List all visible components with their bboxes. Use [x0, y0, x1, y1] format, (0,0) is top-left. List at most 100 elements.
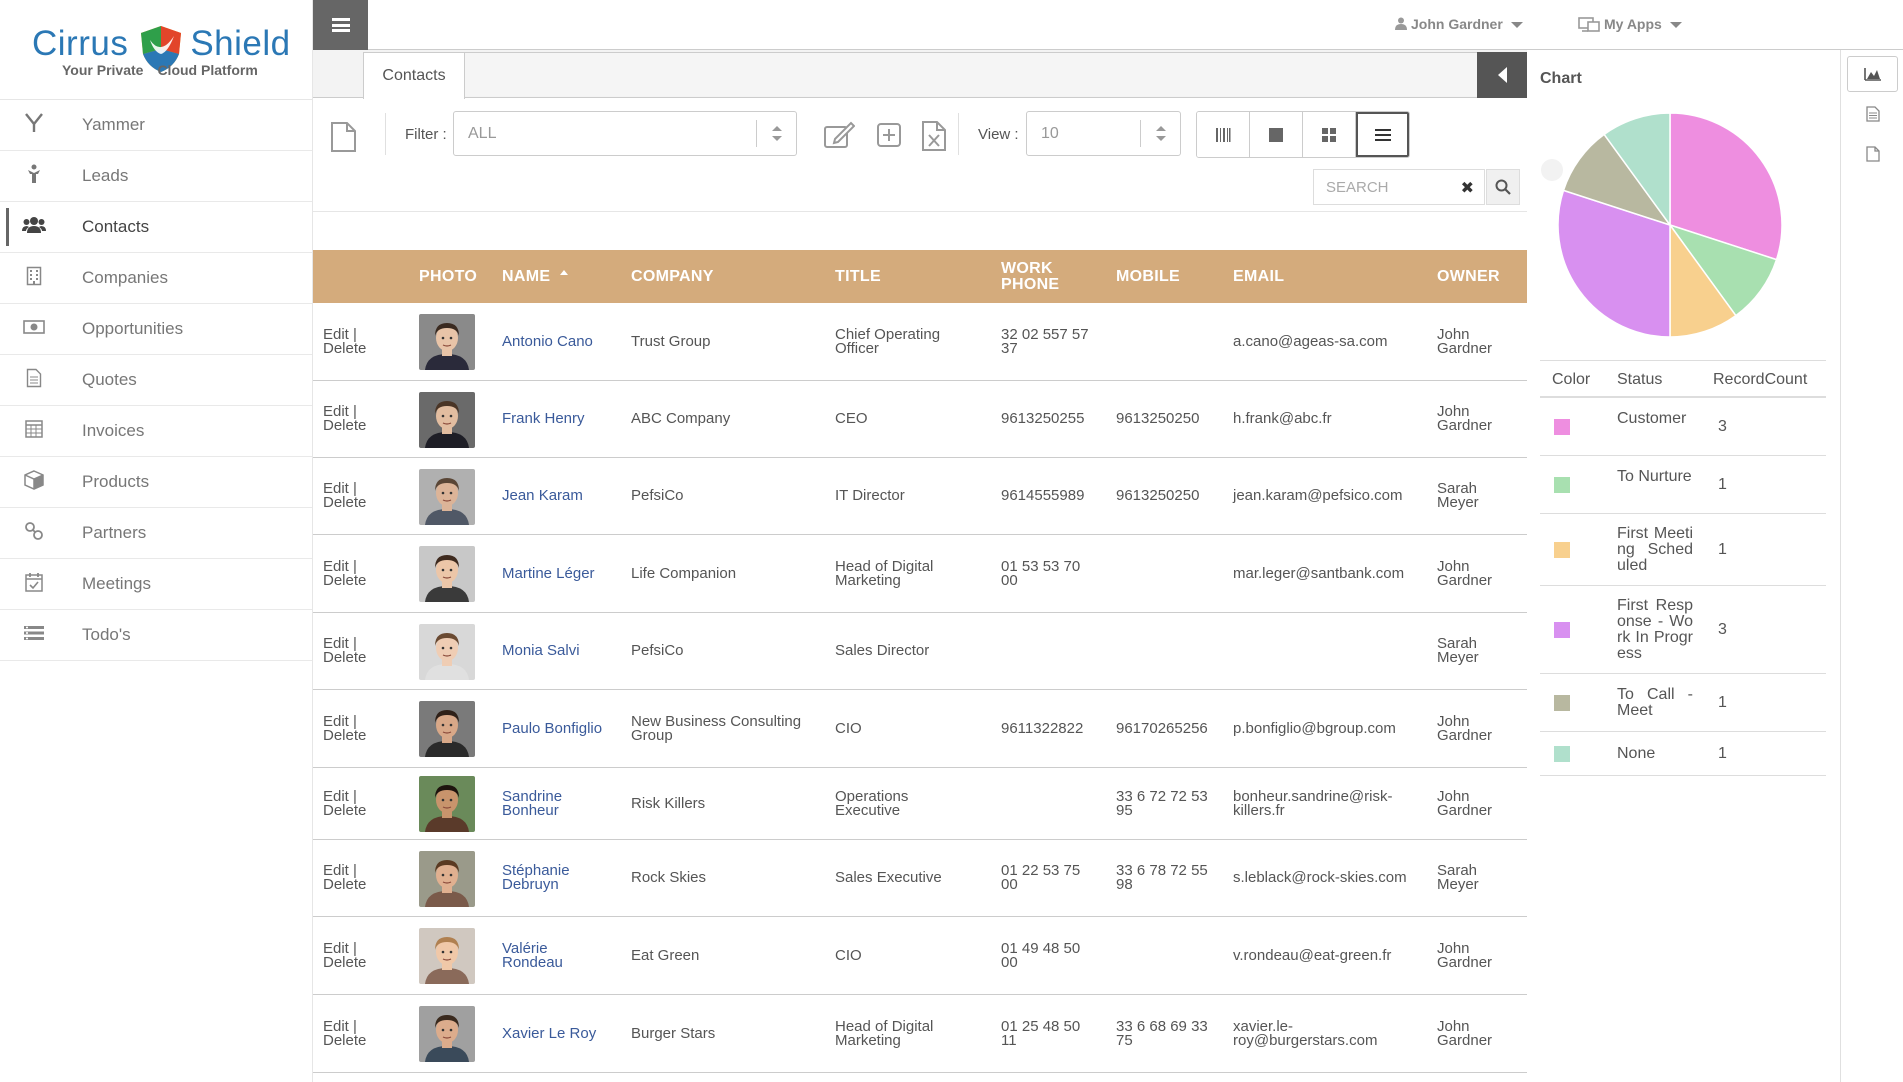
- cell-line: Risk Killers: [631, 794, 706, 812]
- contact-name-link[interactable]: Valérie Rondeau: [502, 917, 563, 994]
- new-document-icon[interactable]: [330, 121, 357, 153]
- contact-name-link[interactable]: Xavier Le Roy: [502, 995, 596, 1072]
- delete-link[interactable]: Delete: [323, 340, 366, 357]
- photo-cell[interactable]: [419, 546, 475, 602]
- sidebar-item-label: Todo's: [82, 625, 131, 644]
- contact-name-link[interactable]: Martine Léger: [502, 535, 595, 612]
- delete-link[interactable]: Delete: [323, 417, 366, 434]
- leads-icon: [20, 164, 48, 189]
- delete-link[interactable]: Delete: [323, 649, 366, 666]
- photo-cell[interactable]: [419, 469, 475, 525]
- sidebar-item-quotes[interactable]: Quotes: [0, 355, 312, 406]
- edit-icon[interactable]: [823, 121, 855, 149]
- sidebar-item-meetings[interactable]: Meetings: [0, 559, 312, 610]
- header-email[interactable]: EMAIL: [1233, 250, 1284, 303]
- header-photo[interactable]: PHOTO: [419, 250, 477, 303]
- sidebar-item-companies[interactable]: Companies: [0, 253, 312, 304]
- photo-cell[interactable]: [419, 776, 475, 832]
- excel-export-icon[interactable]: [921, 120, 947, 152]
- company-cell: Rock Skies: [631, 840, 706, 916]
- header-owner[interactable]: OWNER: [1437, 250, 1500, 303]
- logo[interactable]: Cirrus Shield Your Private Cloud Platform: [0, 0, 312, 100]
- view-grid-button[interactable]: [1303, 112, 1356, 157]
- contact-name-link[interactable]: Jean Karam: [502, 458, 583, 534]
- header-company[interactable]: COMPANY: [631, 250, 714, 303]
- cell-line: CEO: [835, 410, 868, 427]
- header-mobile[interactable]: MOBILE: [1116, 250, 1180, 303]
- sidebar-item-partners[interactable]: Partners: [0, 508, 312, 559]
- cell-line: Gardner: [1437, 801, 1493, 819]
- user-menu[interactable]: John Gardner: [1395, 16, 1523, 32]
- sidebar-item-leads[interactable]: Leads: [0, 151, 312, 202]
- invoices-icon: [20, 419, 48, 443]
- photo-cell[interactable]: [419, 1006, 475, 1062]
- details-view-button[interactable]: [1847, 96, 1898, 132]
- menu-toggle-button[interactable]: [313, 0, 368, 50]
- search-input[interactable]: [1314, 170, 1454, 204]
- chart-panel: Chart Color Status RecordCount Customer 3…: [1527, 50, 1840, 1082]
- delete-link[interactable]: Delete: [323, 572, 366, 589]
- contact-name-link[interactable]: Stéphanie Debruyn: [502, 840, 570, 916]
- sidebar-item-contacts[interactable]: Contacts: [0, 202, 312, 253]
- delete-link[interactable]: Delete: [323, 727, 366, 744]
- cell-line: h.frank@abc.fr: [1233, 410, 1332, 427]
- photo-cell[interactable]: [419, 314, 475, 370]
- partners-icon: [20, 521, 48, 546]
- cell-line: Gardner: [1437, 726, 1493, 744]
- sidebar-item-yammer[interactable]: Yammer: [0, 100, 312, 151]
- add-icon[interactable]: [876, 122, 902, 148]
- table-row: Edit | Delete Martine Léger Life Companion H…: [313, 535, 1527, 613]
- search-button[interactable]: [1486, 169, 1520, 205]
- cell-line: a.cano@ageas-sa.com: [1233, 332, 1388, 350]
- collapse-panel-button[interactable]: [1477, 52, 1527, 98]
- title-cell: Chief Operating Officer: [835, 303, 940, 380]
- work-phone-cell: 01 53 53 70 00: [1001, 535, 1080, 612]
- email-cell: v.rondeau@eat-green.fr: [1233, 917, 1391, 994]
- contact-name-link[interactable]: Frank Henry: [502, 381, 585, 457]
- delete-link[interactable]: Delete: [323, 494, 366, 511]
- chart-view-button[interactable]: [1847, 56, 1898, 92]
- photo-cell[interactable]: [419, 701, 475, 757]
- header-name[interactable]: NAME: [502, 250, 570, 303]
- cell-line: CIO: [835, 719, 862, 737]
- view-list-button[interactable]: [1356, 112, 1409, 157]
- company-cell: ABC Company: [631, 381, 730, 457]
- table-row: Edit | Delete Paulo Bonfiglio New Business …: [313, 690, 1527, 768]
- tab-contacts[interactable]: Contacts: [363, 52, 465, 99]
- delete-link[interactable]: Delete: [323, 876, 366, 893]
- photo-cell[interactable]: [419, 851, 475, 907]
- photo-cell[interactable]: [419, 624, 475, 680]
- delete-link[interactable]: Delete: [323, 1032, 366, 1049]
- contact-name-link[interactable]: Monia Salvi: [502, 613, 580, 689]
- user-name: John Gardner: [1411, 16, 1503, 32]
- filter-select[interactable]: ALL: [453, 111, 797, 156]
- sidebar-item-products[interactable]: Products: [0, 457, 312, 508]
- email-cell: a.cano@ageas-sa.com: [1233, 303, 1387, 380]
- delete-link[interactable]: Delete: [323, 802, 366, 819]
- tab-bar: Contacts: [313, 50, 1527, 99]
- mobile-cell: 96170265256: [1116, 690, 1208, 767]
- delete-link[interactable]: Delete: [323, 954, 366, 971]
- legend-color-swatch: [1554, 419, 1570, 435]
- view-barcode-button[interactable]: [1197, 112, 1250, 157]
- contact-name-link[interactable]: Sandrine Bonheur: [502, 768, 562, 839]
- photo-cell[interactable]: [419, 928, 475, 984]
- header-work-phone[interactable]: WORK PHONE: [1001, 250, 1059, 303]
- photo-cell[interactable]: [419, 392, 475, 448]
- contact-name-link[interactable]: Paulo Bonfiglio: [502, 690, 602, 767]
- chart-title: Chart: [1540, 70, 1582, 87]
- row-actions: Edit | Delete: [323, 403, 367, 434]
- view-count-select[interactable]: 10: [1026, 111, 1181, 156]
- company-cell: Risk Killers: [631, 768, 705, 839]
- sidebar-item-invoices[interactable]: Invoices: [0, 406, 312, 457]
- user-icon: [1395, 17, 1407, 30]
- contact-name-link[interactable]: Antonio Cano: [502, 303, 593, 380]
- sidebar-item-todos[interactable]: Todo's: [0, 610, 312, 661]
- clear-search-icon[interactable]: ✖: [1461, 178, 1474, 198]
- apps-menu[interactable]: My Apps: [1578, 16, 1682, 32]
- file-view-button[interactable]: [1847, 136, 1898, 172]
- sidebar-item-opportunities[interactable]: Opportunities: [0, 304, 312, 355]
- header-title[interactable]: TITLE: [835, 250, 881, 303]
- view-single-button[interactable]: [1250, 112, 1303, 157]
- cell-line: Debruyn: [502, 876, 559, 893]
